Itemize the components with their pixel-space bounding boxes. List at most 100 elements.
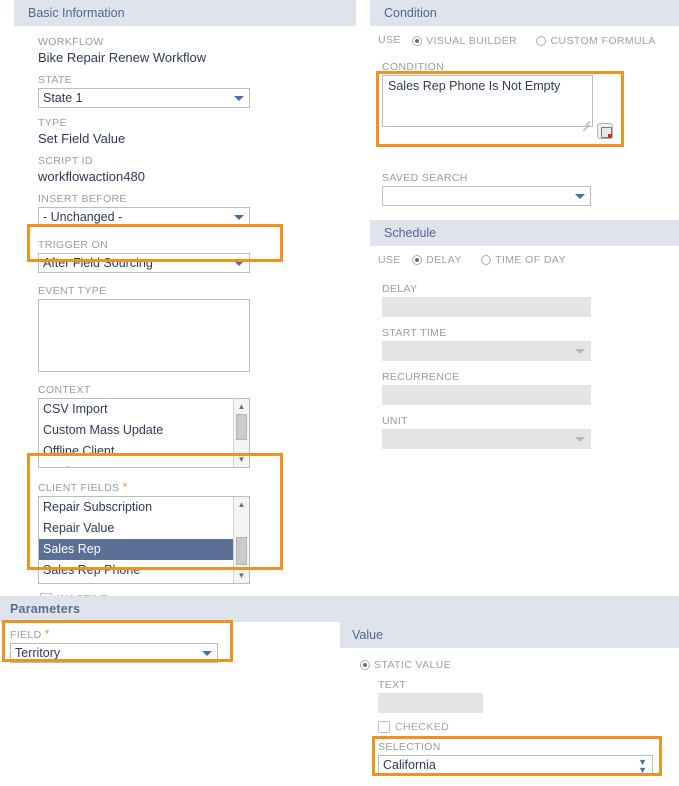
client-fields-listbox[interactable]: Repair Subscription Repair Value Sales R… — [38, 496, 250, 584]
type-value: Set Field Value — [38, 131, 126, 146]
start-time-select[interactable] — [382, 340, 591, 361]
condition-value: Sales Rep Phone Is Not Empty — [388, 78, 561, 93]
event-type-value — [39, 300, 249, 306]
list-item-selected[interactable]: Sales Rep — [39, 539, 249, 560]
script-id-value: workflowaction480 — [38, 169, 145, 184]
resize-grip-icon[interactable] — [581, 116, 590, 132]
list-item[interactable]: Repair Subscription — [39, 497, 249, 518]
client-fields-scrollbar[interactable]: ▲ ▼ — [233, 497, 249, 583]
condition-field-label: CONDITION — [382, 60, 445, 73]
recurrence-input[interactable] — [382, 384, 591, 405]
delay-label: DELAY — [382, 282, 418, 295]
list-item[interactable]: Custom Mass Update — [39, 420, 249, 441]
list-item[interactable]: CSV Import — [39, 399, 249, 420]
unit-label: UNIT — [382, 414, 408, 427]
context-scrollbar[interactable]: ▲ ▼ — [233, 399, 249, 467]
context-label: CONTEXT — [38, 384, 91, 396]
selection-select[interactable]: California ▼ ▼ — [378, 754, 653, 775]
list-item[interactable]: Repair Value — [39, 518, 249, 539]
required-marker: * — [44, 627, 50, 641]
radio-label: CUSTOM FORMULA — [550, 34, 656, 47]
selection-value: California — [383, 757, 436, 772]
double-chevron-down-icon: ▼ ▼ — [638, 756, 647, 775]
event-type-label: EVENT TYPE — [38, 285, 107, 297]
parameters-panel: Parameters FIELD * Territory — [0, 596, 679, 663]
condition-panel: Condition USE VISUAL BUILDER CUSTOM FORM… — [356, 0, 679, 449]
scrollbar-thumb[interactable] — [236, 414, 247, 440]
selection-label: SELECTION — [378, 740, 441, 753]
radio-icon — [412, 255, 423, 266]
radio-visual-builder[interactable]: VISUAL BUILDER — [412, 33, 517, 47]
text-input[interactable] — [378, 692, 483, 713]
radio-custom-formula[interactable]: CUSTOM FORMULA — [536, 33, 655, 47]
checked-label: CHECKED — [395, 720, 450, 733]
unit-select[interactable] — [382, 428, 591, 449]
recurrence-label: RECURRENCE — [382, 370, 460, 383]
value-panel: Value STATIC VALUE TEXT CHECKED SELECTIO… — [340, 622, 679, 775]
checked-checkbox-row[interactable]: CHECKED — [378, 713, 679, 733]
radio-icon — [536, 35, 547, 46]
saved-search-label: SAVED SEARCH — [382, 171, 468, 184]
list-item[interactable]: Sales Rep Phone — [39, 560, 249, 581]
field-select[interactable]: Territory — [10, 643, 218, 663]
insert-before-label: INSERT BEFORE — [38, 193, 127, 205]
insert-before-select[interactable]: - Unchanged - — [38, 207, 250, 227]
parameters-field-group: FIELD * Territory — [10, 627, 218, 663]
value-header: Value — [340, 622, 679, 648]
type-label: TYPE — [38, 117, 67, 129]
delay-input[interactable] — [382, 296, 591, 317]
checked-checkbox[interactable] — [378, 720, 390, 733]
text-label: TEXT — [378, 678, 407, 691]
open-editor-icon[interactable] — [597, 123, 613, 139]
required-marker: * — [122, 480, 128, 494]
event-type-textarea[interactable] — [38, 299, 250, 372]
context-listbox[interactable]: CSV Import Custom Mass Update Offline Cl… — [38, 398, 250, 468]
chevron-down-icon — [234, 261, 244, 266]
workflow-value: Bike Repair Renew Workflow — [38, 50, 207, 65]
trigger-on-value: After Field Sourcing — [43, 256, 153, 270]
basic-information-header: Basic Information — [14, 0, 356, 26]
saved-search-select[interactable] — [382, 185, 591, 206]
client-fields-label: CLIENT FIELDS * — [38, 480, 128, 494]
radio-icon — [360, 659, 370, 670]
radio-icon — [481, 255, 492, 266]
field-label: FIELD * — [10, 627, 50, 641]
condition-textarea[interactable]: Sales Rep Phone Is Not Empty — [382, 74, 593, 132]
script-id-label: SCRIPT ID — [38, 155, 93, 167]
basic-information-panel: Basic Information WORKFLOW Bike Repair R… — [0, 0, 356, 605]
trigger-on-select[interactable]: After Field Sourcing — [38, 253, 250, 273]
list-item[interactable]: Offline Client — [39, 441, 249, 462]
condition-use-label: USE — [378, 33, 401, 46]
radio-label: VISUAL BUILDER — [426, 34, 518, 47]
radio-label: STATIC VALUE — [374, 658, 452, 671]
scroll-down-icon[interactable]: ▼ — [234, 453, 249, 466]
radio-label: TIME OF DAY — [495, 254, 566, 267]
schedule-header: Schedule — [370, 219, 679, 246]
scroll-up-icon[interactable]: ▲ — [234, 400, 249, 413]
radio-delay[interactable]: DELAY — [412, 253, 462, 267]
scroll-down-icon[interactable]: ▼ — [234, 569, 249, 582]
list-item[interactable]: Territory — [39, 581, 249, 583]
state-label: STATE — [38, 74, 73, 86]
field-value: Territory — [15, 646, 61, 660]
scrollbar-thumb[interactable] — [236, 537, 247, 565]
condition-use-row: USE VISUAL BUILDER CUSTOM FORMULA — [356, 26, 679, 47]
radio-time-of-day[interactable]: TIME OF DAY — [481, 253, 566, 267]
condition-header: Condition — [370, 0, 679, 26]
scroll-up-icon[interactable]: ▲ — [234, 498, 249, 511]
state-select-value: State 1 — [43, 91, 83, 105]
chevron-down-icon — [575, 193, 585, 199]
insert-before-value: - Unchanged - — [43, 210, 123, 224]
chevron-down-icon — [575, 348, 585, 354]
state-select[interactable]: State 1 — [38, 88, 250, 108]
chevron-down-icon — [234, 96, 244, 101]
radio-static-value[interactable]: STATIC VALUE — [360, 657, 451, 671]
start-time-label: START TIME — [382, 326, 447, 339]
schedule-use-label: USE — [378, 253, 401, 266]
radio-label: DELAY — [426, 254, 462, 267]
parameters-header: Parameters — [0, 596, 679, 622]
list-item[interactable]: Portlet — [39, 462, 249, 467]
radio-icon — [412, 35, 423, 46]
workflow-label: WORKFLOW — [38, 36, 104, 48]
chevron-down-icon — [234, 215, 244, 220]
